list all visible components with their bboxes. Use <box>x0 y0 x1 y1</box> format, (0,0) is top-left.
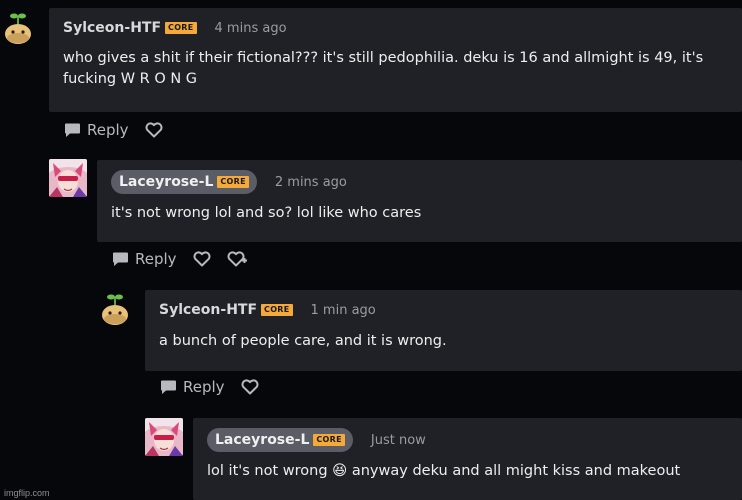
reply-label: Reply <box>135 250 177 268</box>
favourite-button[interactable] <box>145 122 163 138</box>
timestamp[interactable]: Just now <box>371 433 426 448</box>
username[interactable]: Sylceon-HTF <box>63 20 161 36</box>
favourite-button[interactable] <box>241 379 259 395</box>
comment-actions: Reply <box>160 378 259 396</box>
comment-text: lol it's not wrong 😆 anyway deku and all… <box>207 463 681 479</box>
reply-button[interactable]: Reply <box>160 378 225 396</box>
reply-label: Reply <box>183 378 225 396</box>
sprout-creature-avatar <box>0 8 38 46</box>
imgflip-watermark: imgflip.com <box>4 488 50 498</box>
timestamp[interactable]: 4 mins ago <box>215 21 287 36</box>
core-badge: CORE <box>313 434 345 446</box>
comment-text: a bunch of people care, and it is wrong. <box>159 333 447 349</box>
reply-button[interactable]: Reply <box>64 121 129 139</box>
username[interactable]: Sylceon-HTF <box>159 302 257 318</box>
timestamp[interactable]: 2 mins ago <box>275 175 347 190</box>
heart-icon <box>145 122 163 138</box>
anime-girl-avatar <box>49 159 87 197</box>
comment-header: Sylceon-HTF CORE 4 mins ago <box>63 20 287 36</box>
comment-text: it's not wrong lol and so? lol like who … <box>111 205 422 221</box>
avatar[interactable] <box>97 289 135 327</box>
speech-bubble-icon <box>160 379 177 395</box>
give-core-button[interactable] <box>227 251 247 267</box>
core-badge: CORE <box>165 22 197 34</box>
comment-header: Sylceon-HTF CORE 1 min ago <box>159 302 376 318</box>
comment-header: Laceyrose-L CORE Just now <box>207 428 426 452</box>
reply-button[interactable]: Reply <box>112 250 177 268</box>
sprout-creature-avatar <box>97 289 135 327</box>
anime-girl-avatar <box>145 418 183 456</box>
comment-header: Laceyrose-L CORE 2 mins ago <box>111 170 347 194</box>
avatar[interactable] <box>0 8 38 46</box>
heart-icon <box>193 251 211 267</box>
timestamp[interactable]: 1 min ago <box>311 303 376 318</box>
username: Laceyrose-L <box>119 174 214 190</box>
favourite-button[interactable] <box>193 251 211 267</box>
speech-bubble-icon <box>64 122 81 138</box>
avatar[interactable] <box>145 418 183 456</box>
comment-text: who gives a shit if their fictional??? i… <box>63 50 704 87</box>
heart-plus-icon <box>227 251 247 267</box>
reply-label: Reply <box>87 121 129 139</box>
username-pill[interactable]: Laceyrose-L CORE <box>207 428 353 452</box>
speech-bubble-icon <box>112 251 129 267</box>
comment-actions: Reply <box>112 250 247 268</box>
core-badge: CORE <box>261 304 293 316</box>
avatar[interactable] <box>49 159 87 197</box>
username-pill[interactable]: Laceyrose-L CORE <box>111 170 257 194</box>
core-badge: CORE <box>217 176 249 188</box>
username: Laceyrose-L <box>215 432 310 448</box>
heart-icon <box>241 379 259 395</box>
comment-actions: Reply <box>64 121 163 139</box>
